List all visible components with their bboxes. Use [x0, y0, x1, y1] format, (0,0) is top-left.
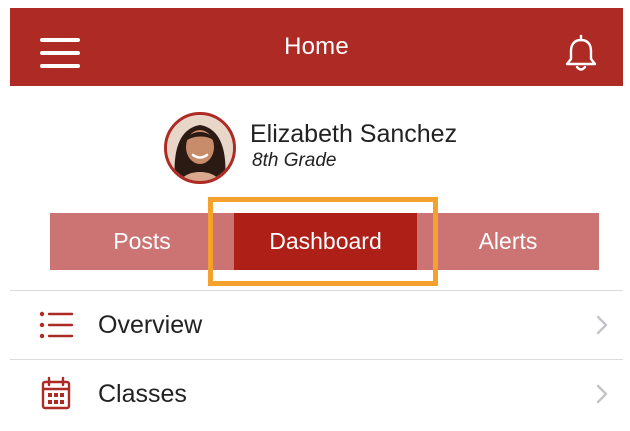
segmented-tabs: Posts Dashboard Alerts: [50, 213, 599, 270]
profile-text: Elizabeth Sanchez 8th Grade: [250, 119, 457, 173]
tab-alerts[interactable]: Alerts: [417, 213, 599, 270]
avatar: [164, 112, 236, 184]
list-item-overview[interactable]: Overview: [10, 291, 623, 359]
profile-section: Elizabeth Sanchez 8th Grade: [164, 112, 457, 184]
tab-posts[interactable]: Posts: [50, 213, 234, 270]
app-header: Home: [10, 8, 623, 86]
bell-icon[interactable]: [563, 34, 599, 74]
student-name: Elizabeth Sanchez: [250, 120, 458, 148]
avatar-photo: [167, 115, 233, 181]
calendar-icon: [41, 376, 71, 410]
chevron-right-icon: [596, 315, 608, 335]
hamburger-menu-icon[interactable]: [40, 38, 80, 68]
menu-list: Overview Classes: [10, 290, 623, 428]
app-screen: Home Elizabeth Sanchez 8th Grade Posts D…: [0, 0, 630, 431]
list-item-label: Classes: [98, 379, 187, 408]
list-item-classes[interactable]: Classes: [10, 360, 623, 428]
list-icon: [39, 311, 74, 339]
student-grade: 8th Grade: [252, 150, 337, 171]
chevron-right-icon: [596, 384, 608, 404]
page-title: Home: [284, 33, 349, 60]
tab-dashboard[interactable]: Dashboard: [234, 213, 417, 270]
list-item-label: Overview: [98, 310, 203, 339]
